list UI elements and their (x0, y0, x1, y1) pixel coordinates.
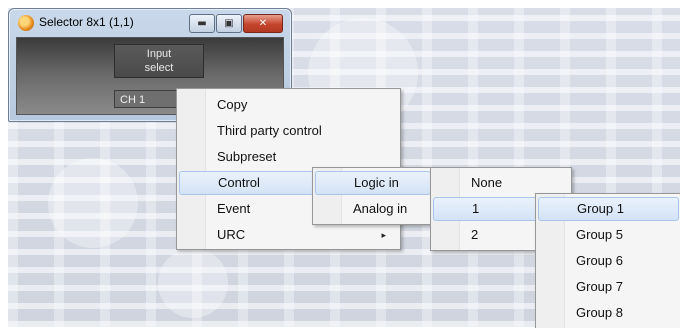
menu-item-label: Event (217, 201, 251, 216)
channel-value: CH 1 (120, 94, 146, 106)
window-titlebar[interactable]: Selector 8x1 (1,1) ▬ ▣ ✕ (9, 9, 291, 35)
control-submenu: Logic in Analog in (312, 167, 434, 225)
menu-item-label: Group 8 (576, 305, 623, 320)
menu-item-group-8[interactable]: Group 8 (538, 301, 679, 325)
input-select-button[interactable]: Input select (114, 44, 204, 78)
minimize-button[interactable]: ▬ (189, 14, 215, 33)
menu-item-label: Group 5 (576, 227, 623, 242)
menu-item-label: Analog in (353, 201, 408, 216)
group-submenu: Group 1 Group 5 Group 6 Group 7 Group 8 (535, 193, 680, 328)
menu-item-subpreset[interactable]: Subpreset (179, 145, 398, 169)
app-icon (18, 15, 34, 31)
submenu-arrow-icon: ▸ (381, 230, 386, 240)
menu-item-copy[interactable]: Copy (179, 93, 398, 117)
menu-item-label: None (471, 175, 503, 190)
input-select-label: Input select (144, 48, 174, 74)
menu-item-label: Third party control (217, 123, 322, 138)
menu-item-label: 2 (471, 227, 479, 242)
menu-item-label: Logic in (354, 175, 399, 190)
close-icon: ✕ (258, 18, 268, 29)
window-title: Selector 8x1 (1,1) (39, 15, 134, 29)
minimize-icon: ▬ (197, 18, 207, 29)
maximize-icon: ▣ (224, 18, 234, 29)
menu-item-label: Subpreset (217, 149, 277, 164)
maximize-button[interactable]: ▣ (216, 14, 242, 33)
menu-item-label: Group 7 (576, 279, 623, 294)
close-button[interactable]: ✕ (243, 14, 283, 33)
menu-item-analog-in[interactable]: Analog in (315, 197, 431, 221)
menu-item-urc[interactable]: URC ▸ (179, 223, 398, 247)
desktop-decoration (158, 248, 228, 318)
menu-item-group-5[interactable]: Group 5 (538, 223, 679, 247)
menu-item-label: Copy (217, 97, 248, 112)
menu-item-group-6[interactable]: Group 6 (538, 249, 679, 273)
menu-item-label: Group 1 (577, 201, 624, 216)
menu-item-group-7[interactable]: Group 7 (538, 275, 679, 299)
menu-item-third-party-control[interactable]: Third party control (179, 119, 398, 143)
menu-item-logic-in[interactable]: Logic in (315, 171, 431, 195)
menu-item-label: Group 6 (576, 253, 623, 268)
menu-item-group-1[interactable]: Group 1 (538, 197, 679, 221)
menu-item-label: Control (218, 175, 260, 190)
menu-item-none[interactable]: None (433, 171, 569, 195)
menu-item-label: 1 (472, 201, 480, 216)
menu-item-label: URC (217, 227, 246, 242)
desktop-decoration (48, 158, 138, 248)
